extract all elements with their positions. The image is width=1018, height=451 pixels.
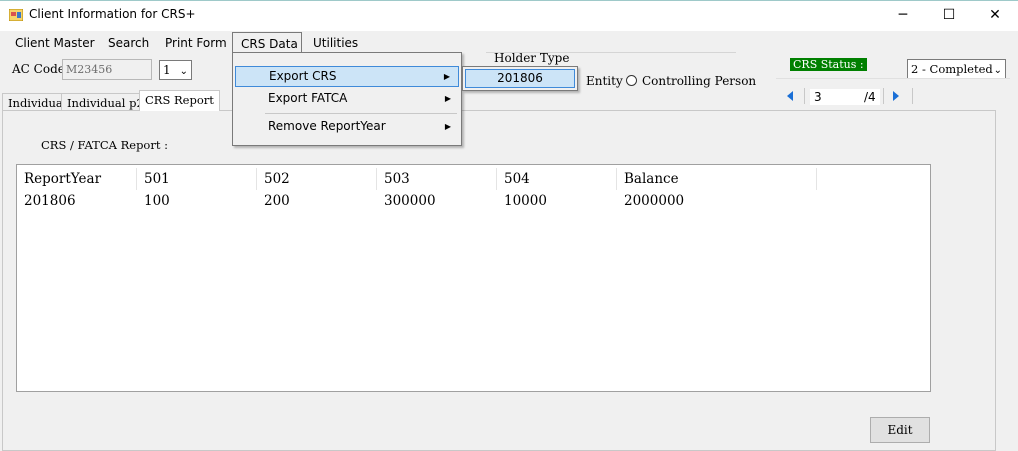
nav-prev-icon[interactable]	[785, 90, 795, 104]
table-cell[interactable]: 201806	[17, 190, 137, 212]
nav-separator	[804, 88, 805, 104]
crs-status-label: CRS Status :	[790, 58, 867, 71]
menu-item-export-crs[interactable]: Export CRS ▶	[235, 66, 459, 87]
column-header-501[interactable]: 501	[137, 168, 257, 190]
menu-item-export-fatca[interactable]: Export FATCA ▶	[235, 88, 459, 109]
ac-code-field[interactable]: M23456	[62, 59, 152, 80]
crs-status-select[interactable]: 2 - Completed ⌄	[907, 59, 1006, 79]
chevron-down-icon: ⌄	[179, 66, 188, 77]
menu-crs-data-label: CRS Data	[241, 37, 298, 51]
radio-entity-label: Entity	[586, 74, 623, 88]
submenu-item-201806[interactable]: 201806	[465, 69, 575, 88]
table-cell[interactable]: 200	[257, 190, 377, 212]
menu-item-remove-reportyear-label: Remove ReportYear	[268, 119, 386, 133]
export-crs-submenu: 201806	[462, 66, 578, 91]
seq-select[interactable]: 1 ⌄	[159, 60, 192, 80]
menu-utilities[interactable]: Utilities	[313, 34, 358, 52]
report-section-label: CRS / FATCA Report :	[41, 138, 169, 152]
nav-next-icon[interactable]	[891, 90, 901, 104]
report-grid[interactable]: ReportYear 501 502 503 504 Balance 20180…	[16, 164, 931, 392]
menu-item-remove-reportyear[interactable]: Remove ReportYear ▶	[235, 116, 459, 137]
close-button[interactable]: ✕	[972, 0, 1018, 30]
column-header-502[interactable]: 502	[257, 168, 377, 190]
app-icon	[8, 8, 24, 22]
column-header-504[interactable]: 504	[497, 168, 617, 190]
table-cell[interactable]: 300000	[377, 190, 497, 212]
submenu-arrow-icon: ▶	[444, 94, 451, 103]
menu-print-form[interactable]: Print Form	[165, 34, 227, 52]
dropdown-top-spacer	[235, 55, 459, 59]
crs-data-dropdown: Export CRS ▶ Export FATCA ▶ Remove Repor…	[232, 52, 462, 146]
holder-type-label: Holder Type	[494, 51, 570, 65]
menu-separator	[265, 113, 457, 114]
menu-search[interactable]: Search	[108, 34, 149, 52]
column-header-503[interactable]: 503	[377, 168, 497, 190]
tab-individual-p2[interactable]: Individual p2	[61, 93, 150, 111]
menu-item-export-fatca-label: Export FATCA	[268, 91, 348, 105]
submenu-arrow-icon: ▶	[443, 72, 450, 81]
maximize-button[interactable]: ☐	[926, 0, 972, 30]
menu-client-master[interactable]: Client Master	[15, 34, 95, 52]
menu-item-export-crs-label: Export CRS	[269, 69, 337, 83]
radio-controlling-person[interactable]	[626, 75, 637, 86]
tab-crs-report[interactable]: CRS Report	[139, 90, 220, 111]
radio-controlling-label: Controlling Person	[642, 74, 757, 88]
minimize-button[interactable]: ─	[880, 0, 926, 30]
window-title: Client Information for CRS+	[29, 7, 196, 21]
menu-crs-data[interactable]: CRS Data	[232, 32, 302, 53]
submenu-arrow-icon: ▶	[444, 122, 451, 131]
table-cell[interactable]: 100	[137, 190, 257, 212]
seq-select-value: 1	[163, 63, 171, 77]
nav-total: /4	[864, 90, 876, 104]
crs-status-value: 2 - Completed	[911, 62, 993, 76]
column-header-reportyear[interactable]: ReportYear	[17, 168, 137, 190]
table-cell[interactable]: 2000000	[617, 190, 817, 212]
edit-button[interactable]: Edit	[870, 417, 930, 443]
table-cell[interactable]: 10000	[497, 190, 617, 212]
nav-separator	[912, 88, 913, 104]
column-header-balance[interactable]: Balance	[617, 168, 817, 190]
nav-separator	[883, 88, 884, 104]
menu-bar	[0, 31, 1018, 53]
